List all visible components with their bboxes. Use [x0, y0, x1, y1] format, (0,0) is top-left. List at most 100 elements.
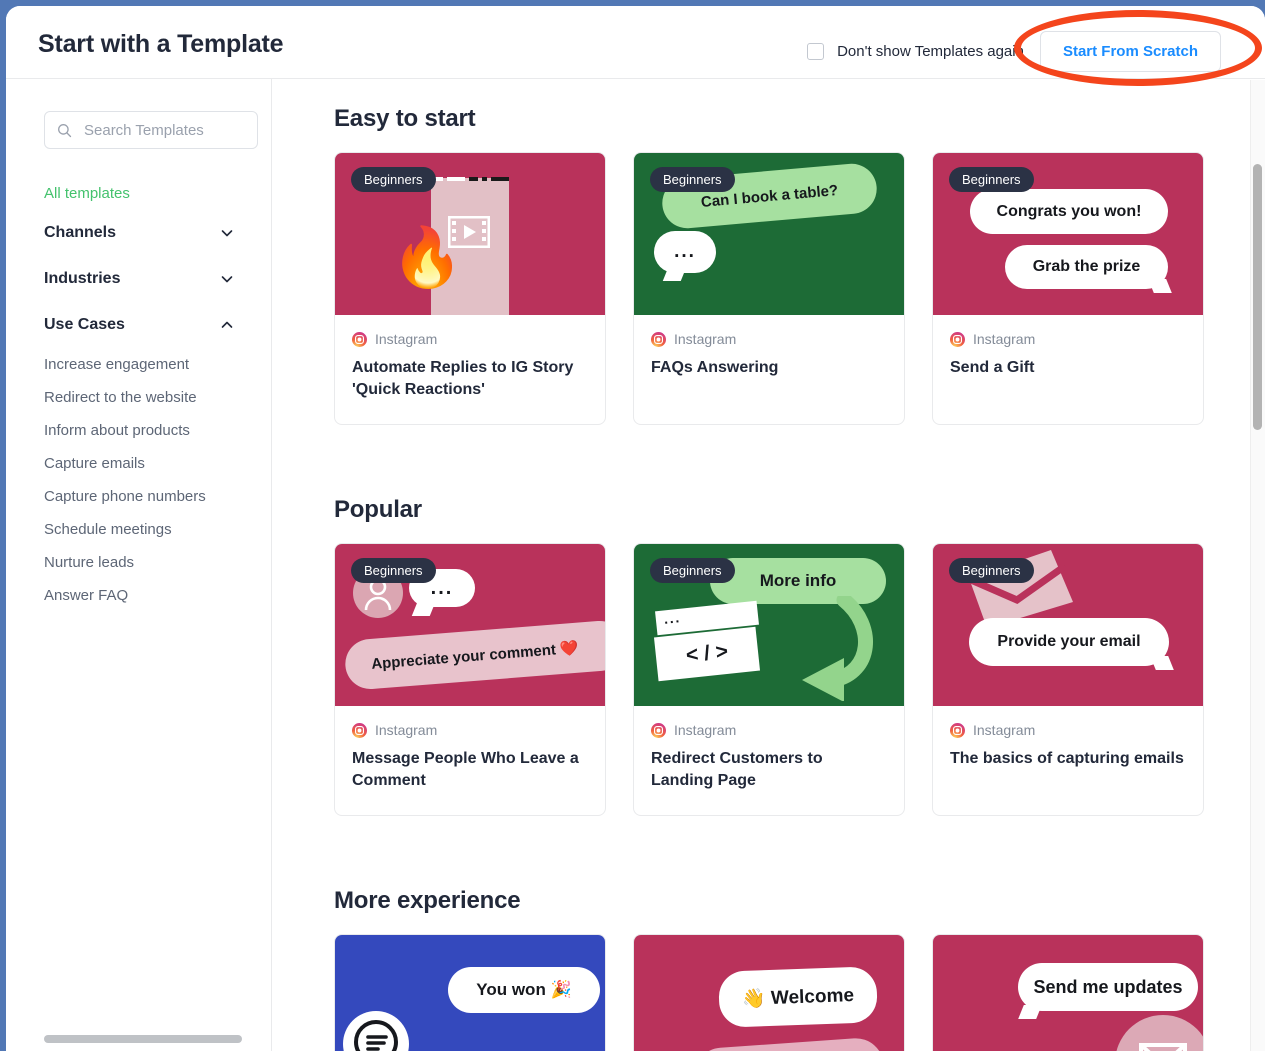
search-templates-box[interactable] [44, 111, 258, 149]
template-card-art: Beginners Congrats you won! Grab the pri… [933, 153, 1203, 315]
sidebar-group-use-cases[interactable]: Use Cases [6, 302, 271, 348]
template-card-body: Instagram Automate Replies to IG Story '… [335, 315, 605, 424]
chevron-down-icon [221, 230, 233, 237]
header-actions: Don't show Templates again Start From Sc… [807, 31, 1221, 72]
template-card[interactable]: Beginners Provide your email Instagram T… [932, 543, 1204, 816]
chevron-down-icon [221, 276, 233, 283]
sidebar-item-schedule-meetings[interactable]: Schedule meetings [6, 513, 271, 546]
speech-bubble: 👋 Welcome [718, 966, 878, 1028]
sidebar-item-all-templates[interactable]: All templates [6, 177, 271, 210]
section-popular: Popular Beginners ... Appreciate your co… [334, 496, 1204, 816]
email-circle-icon [1116, 1015, 1203, 1051]
badge-level: Beginners [650, 558, 735, 583]
sidebar-item-nurture-leads[interactable]: Nurture leads [6, 546, 271, 579]
badge-level: Beginners [351, 558, 436, 583]
sidebar-item-inform-about-products[interactable]: Inform about products [6, 414, 271, 447]
template-card[interactable]: Beginners ... Appreciate your comment ❤️ [334, 543, 606, 816]
card-row: You won 🎉 👋 Welcome Send me updates [334, 934, 1204, 1051]
template-card-body: Instagram FAQs Answering [634, 315, 904, 401]
card-row: Beginners 🔥 Instagram Automate Replies t… [334, 152, 1204, 425]
template-card-body: Instagram Message People Who Leave a Com… [335, 706, 605, 815]
speech-bubble: Grab the prize [1005, 245, 1168, 289]
template-card-meta: Instagram [950, 722, 1186, 738]
content-scrollbar-track[interactable] [1250, 80, 1265, 1051]
sidebar-group-industries-label: Industries [44, 270, 121, 287]
template-card-art: Beginners More info ··· < / > [634, 544, 904, 706]
channel-label: Instagram [375, 722, 438, 738]
sidebar-group-industries[interactable]: Industries [6, 256, 271, 302]
speech-bubble: You won 🎉 [448, 967, 600, 1013]
sidebar-item-capture-emails[interactable]: Capture emails [6, 447, 271, 480]
instagram-icon [352, 722, 367, 738]
template-card[interactable]: Beginners Congrats you won! Grab the pri… [932, 152, 1204, 425]
templates-sidebar: All templates Channels Industries Use Ca… [6, 79, 272, 1051]
template-card[interactable]: Send me updates [932, 934, 1204, 1051]
template-card-body: Instagram Send a Gift [933, 315, 1203, 401]
sidebar-nav: All templates Channels Industries Use Ca… [6, 177, 271, 612]
badge-level: Beginners [650, 167, 735, 192]
template-card[interactable]: Beginners Can I book a table? ... Instag… [633, 152, 905, 425]
section-more-experience: More experience You won 🎉 👋 Welcome Send… [334, 887, 1204, 1051]
content-scrollbar-thumb[interactable] [1253, 164, 1262, 430]
section-title: Popular [334, 496, 422, 523]
dont-show-templates-label: Don't show Templates again [837, 43, 1024, 60]
speech-bubble: Congrats you won! [970, 189, 1168, 234]
curved-arrow-icon [802, 596, 873, 701]
channel-label: Instagram [973, 331, 1036, 347]
template-card[interactable]: Beginners More info ··· < / > Instagram … [633, 543, 905, 816]
instagram-icon [950, 722, 965, 738]
template-card-body: Instagram The basics of capturing emails [933, 706, 1203, 792]
template-card-title: Redirect Customers to Landing Page [651, 750, 823, 790]
story-dash [447, 177, 465, 181]
search-input[interactable] [82, 120, 232, 140]
instagram-icon [352, 331, 367, 347]
speech-bubble: Appreciate your comment ❤️ [343, 619, 605, 691]
story-dash [491, 177, 509, 181]
bubble-tail [1018, 1005, 1042, 1019]
template-card-title: FAQs Answering [651, 359, 779, 376]
template-card-title: Message People Who Leave a Comment [352, 750, 579, 790]
speech-bubble: Provide your email [969, 618, 1169, 666]
section-title: Easy to start [334, 105, 476, 132]
templates-content: Easy to start Beginners 🔥 Instagram Auto… [272, 79, 1265, 1051]
sidebar-item-answer-faq[interactable]: Answer FAQ [6, 579, 271, 612]
sidebar-item-redirect-to-website[interactable]: Redirect to the website [6, 381, 271, 414]
template-card[interactable]: Beginners 🔥 Instagram Automate Replies t… [334, 152, 606, 425]
modal-header: Start with a Template Don't show Templat… [6, 6, 1265, 79]
code-box-shape: < / > [653, 626, 761, 682]
sidebar-horizontal-scrollbar[interactable] [44, 1035, 242, 1043]
sidebar-group-channels-label: Channels [44, 224, 117, 241]
templates-modal: Start with a Template Don't show Templat… [6, 6, 1265, 1051]
sidebar-group-use-cases-label: Use Cases [44, 316, 125, 333]
template-card-art: Beginners 🔥 [335, 153, 605, 315]
instagram-icon [950, 331, 965, 347]
chevron-up-icon [221, 321, 233, 328]
template-card-title: Automate Replies to IG Story 'Quick Reac… [352, 359, 574, 399]
template-card-body: Instagram Redirect Customers to Landing … [634, 706, 904, 815]
channel-label: Instagram [375, 331, 438, 347]
dont-show-templates-checkbox-wrap[interactable]: Don't show Templates again [807, 43, 1024, 60]
template-card-meta: Instagram [651, 722, 887, 738]
speech-bubble: Send me updates [1018, 963, 1198, 1011]
template-card[interactable]: You won 🎉 [334, 934, 606, 1051]
dont-show-templates-checkbox[interactable] [807, 43, 825, 60]
template-card[interactable]: 👋 Welcome [633, 934, 905, 1051]
sidebar-group-channels[interactable]: Channels [6, 210, 271, 256]
start-from-scratch-button[interactable]: Start From Scratch [1039, 31, 1221, 72]
sidebar-item-capture-phone-numbers[interactable]: Capture phone numbers [6, 480, 271, 513]
template-card-art: 👋 Welcome [634, 935, 904, 1051]
instagram-icon [651, 722, 666, 738]
sidebar-item-increase-engagement[interactable]: Increase engagement [6, 348, 271, 381]
card-row: Beginners ... Appreciate your comment ❤️ [334, 543, 1204, 816]
section-title: More experience [334, 887, 521, 914]
fire-emoji-icon: 🔥 [391, 225, 464, 290]
template-card-art: Beginners Can I book a table? ... [634, 153, 904, 315]
channel-label: Instagram [674, 722, 737, 738]
template-card-art: Beginners ... Appreciate your comment ❤️ [335, 544, 605, 706]
template-card-art: Beginners Provide your email [933, 544, 1203, 706]
search-icon [58, 123, 72, 137]
template-card-meta: Instagram [950, 331, 1186, 347]
template-card-title: The basics of capturing emails [950, 750, 1184, 767]
code-glyph: < / > [684, 639, 730, 668]
channel-label: Instagram [674, 331, 737, 347]
